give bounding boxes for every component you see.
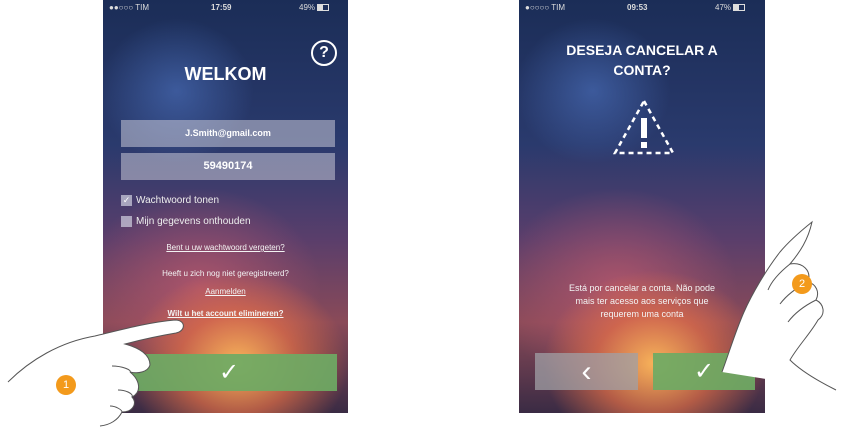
phone-screen-login: ●●○○○ TIM 17:59 49% ? WELKOM J.Smith@gma… [103,0,348,413]
battery-icon [733,4,746,12]
battery-icon [317,4,330,12]
cancel-message: Está por cancelar a conta. Não pode mais… [519,282,765,321]
back-button[interactable]: ‹ [535,353,638,390]
cancel-message-line-3: requerem uma conta [600,309,684,319]
dialog-title-line-1: DESEJA CANCELAR A [566,42,718,58]
step-1-badge: 1 [56,375,76,395]
clock: 09:53 [627,3,648,12]
remember-me-label: Mijn gegevens onthouden [136,216,251,228]
carrier-label: ●●○○○ TIM [109,3,150,12]
forgot-password-link[interactable]: Bent u uw wachtwoord vergeten? [103,243,348,252]
password-field[interactable]: 59490174 [121,153,335,180]
battery-percent: 47% [715,3,732,12]
register-link[interactable]: Aanmelden [103,287,348,296]
not-registered-text: Heeft u zich nog niet geregistreerd? [162,269,289,278]
phone-screen-cancel-account: ●○○○○ TIM 09:53 47% DESEJA CANCELAR A CO… [519,0,765,413]
confirm-button[interactable]: ✓ [121,354,337,391]
help-button[interactable]: ? [311,40,337,66]
dialog-title-line-2: CONTA? [613,62,671,78]
remember-me-checkbox[interactable]: Mijn gegevens onthouden [121,216,251,227]
cancel-message-line-2: mais ter acesso aos serviços que [575,296,709,306]
battery-indicator: 49% [299,3,330,12]
status-bar: ●●○○○ TIM 17:59 49% [103,0,348,16]
status-bar: ●○○○○ TIM 09:53 47% [519,0,765,16]
dialog-title: DESEJA CANCELAR A CONTA? [519,40,765,80]
step-2-badge: 2 [792,274,812,294]
battery-percent: 49% [299,3,316,12]
checkbox-checked-icon: ✓ [121,195,132,206]
cancel-message-line-1: Está por cancelar a conta. Não pode [568,283,716,293]
warning-icon [612,98,676,155]
email-field[interactable]: J.Smith@gmail.com [121,120,335,147]
delete-account-link[interactable]: Wilt u het account elimineren? [103,309,348,318]
checkbox-unchecked-icon [121,216,132,227]
show-password-label: Wachtwoord tonen [136,195,220,207]
show-password-checkbox[interactable]: ✓ Wachtwoord tonen [121,195,219,206]
clock: 17:59 [211,3,232,12]
battery-indicator: 47% [715,3,746,12]
carrier-label: ●○○○○ TIM [525,3,566,12]
page-title: WELKOM [184,64,267,84]
confirm-button[interactable]: ✓ [653,353,755,390]
